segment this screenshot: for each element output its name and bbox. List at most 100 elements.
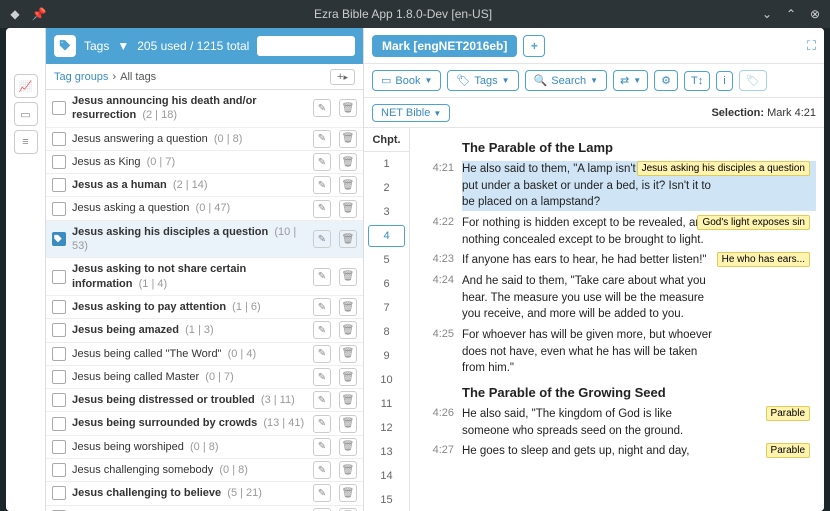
tag-checkbox[interactable] [52,417,66,431]
chapter-number[interactable]: 5 [364,248,409,272]
edit-tag-button[interactable]: ✎ [313,415,331,433]
sidebar-icon-2[interactable]: ▭ [14,102,38,126]
minimize-icon[interactable]: ⌄ [760,7,774,21]
verse-row[interactable]: 4:26He also said, "The kingdom of God is… [414,404,816,441]
verse-text[interactable]: He also said, "The kingdom of God is lik… [462,406,816,439]
tag-row[interactable]: Jesus answering a question (0 | 8)✎🗑 [46,128,363,151]
chapter-number[interactable]: 10 [364,368,409,392]
chapter-number[interactable]: 14 [364,464,409,488]
tag-checkbox[interactable] [52,347,66,361]
tag-row[interactable]: Jesus as King (0 | 7)✎🗑 [46,151,363,174]
verse-text[interactable]: For whoever has will be given more, but … [462,327,816,377]
close-icon[interactable]: ⊗ [808,7,822,21]
info-button[interactable]: i [716,71,732,91]
delete-tag-button[interactable]: 🗑 [339,461,357,479]
edit-tag-button[interactable]: ✎ [313,345,331,363]
tag-checkbox[interactable] [52,101,66,115]
tag-row[interactable]: Jesus being worshiped (0 | 8)✎🗑 [46,436,363,459]
tag-row[interactable]: Jesus announcing his death and/or resurr… [46,90,363,128]
edit-tag-button[interactable]: ✎ [313,321,331,339]
font-button[interactable]: T↕ [684,71,710,91]
tag-row[interactable]: Jesus asking a question (0 | 47)✎🗑 [46,197,363,220]
delete-tag-button[interactable]: 🗑 [339,391,357,409]
delete-tag-button[interactable]: 🗑 [339,99,357,117]
verse-tag[interactable]: Parable [766,406,810,421]
delete-tag-button[interactable]: 🗑 [339,130,357,148]
compare-button[interactable]: ⇄▼ [613,70,648,91]
delete-tag-button[interactable]: 🗑 [339,268,357,286]
verse-tag[interactable]: God's light exposes sin [697,215,810,230]
edit-tag-button[interactable]: ✎ [313,298,331,316]
verse-row[interactable]: 4:27He goes to sleep and gets up, night … [414,441,816,462]
tag-checkbox[interactable] [52,132,66,146]
tag-checkbox[interactable] [52,323,66,337]
tag-apply-button[interactable]: 🏷 [739,70,767,91]
verse-text[interactable]: He goes to sleep and gets up, night and … [462,443,816,460]
delete-tag-button[interactable]: 🗑 [339,321,357,339]
delete-tag-button[interactable]: 🗑 [339,230,357,248]
edit-tag-button[interactable]: ✎ [313,461,331,479]
tag-checkbox[interactable] [52,463,66,477]
verse-row[interactable]: 4:21He also said to them, "A lamp isn't … [414,159,816,213]
delete-tag-button[interactable]: 🗑 [339,368,357,386]
search-button[interactable]: 🔍Search▼ [525,70,607,91]
maximize-icon[interactable]: ⌃ [784,7,798,21]
delete-tag-button[interactable]: 🗑 [339,345,357,363]
edit-tag-button[interactable]: ✎ [313,200,331,218]
edit-tag-button[interactable]: ✎ [313,268,331,286]
tag-row[interactable]: Jesus being called Master (0 | 7)✎🗑 [46,366,363,389]
tag-row[interactable]: Jesus challenging to believe (5 | 21)✎🗑 [46,482,363,505]
tag-checkbox[interactable] [52,270,66,284]
edit-tag-button[interactable]: ✎ [313,153,331,171]
tag-checkbox[interactable] [52,393,66,407]
tag-row[interactable]: Jesus eating with sinners (2 | 14)✎🗑 [46,506,363,511]
chapter-number[interactable]: 7 [364,296,409,320]
filter-icon[interactable]: ▼ [117,39,129,53]
verse-tag[interactable]: He who has ears... [717,252,810,267]
chapter-number[interactable]: 12 [364,416,409,440]
chapter-number[interactable]: 6 [364,272,409,296]
chapter-number[interactable]: 11 [364,392,409,416]
breadcrumb-root[interactable]: Tag groups [54,71,108,83]
chapter-number[interactable]: 9 [364,344,409,368]
chapter-number[interactable]: 4 [368,225,405,247]
translation-selector[interactable]: NET Bible ▼ [372,104,450,122]
tag-row[interactable]: Jesus being amazed (1 | 3)✎🗑 [46,319,363,342]
tag-row[interactable]: Jesus challenging somebody (0 | 8)✎🗑 [46,459,363,482]
verse-tag[interactable]: Parable [766,443,810,458]
tag-checkbox[interactable] [52,178,66,192]
sidebar-icon-3[interactable]: ≡ [14,130,38,154]
tag-row[interactable]: Jesus asking to not share certain inform… [46,258,363,296]
verse-tag[interactable]: Jesus asking his disciples a question [637,161,810,176]
edit-tag-button[interactable]: ✎ [313,99,331,117]
add-tab-button[interactable]: + [523,35,545,57]
chapter-number[interactable]: 13 [364,440,409,464]
verse-area[interactable]: The Parable of the Lamp4:21He also said … [410,128,824,511]
delete-tag-button[interactable]: 🗑 [339,153,357,171]
add-tag-button[interactable]: +▸ [330,69,355,85]
tag-row[interactable]: Jesus being surrounded by crowds (13 | 4… [46,412,363,435]
tag-checkbox[interactable] [52,370,66,384]
settings-button[interactable]: ⚙ [654,70,678,91]
edit-tag-button[interactable]: ✎ [313,176,331,194]
tag-checkbox[interactable] [52,155,66,169]
chapter-number[interactable]: 2 [364,176,409,200]
tab-mark[interactable]: Mark [engNET2016eb] [372,35,517,57]
tag-row[interactable]: Jesus being called "The Word" (0 | 4)✎🗑 [46,343,363,366]
verse-row[interactable]: 4:23If anyone has ears to hear, he had b… [414,250,816,271]
chapter-number[interactable]: 1 [364,152,409,176]
sidebar-icon-1[interactable]: 📈 [14,74,38,98]
tag-checkbox[interactable] [52,202,66,216]
delete-tag-button[interactable]: 🗑 [339,176,357,194]
chapter-number[interactable]: 3 [364,200,409,224]
tag-checkbox[interactable] [52,300,66,314]
tag-checkbox[interactable] [52,232,66,246]
delete-tag-button[interactable]: 🗑 [339,415,357,433]
edit-tag-button[interactable]: ✎ [313,484,331,502]
verse-row[interactable]: 4:24And he said to them, "Take care abou… [414,271,816,325]
delete-tag-button[interactable]: 🗑 [339,200,357,218]
edit-tag-button[interactable]: ✎ [313,368,331,386]
book-button[interactable]: ▭Book▼ [372,70,441,91]
verse-row[interactable]: 4:25For whoever has will be given more, … [414,325,816,379]
verse-row[interactable]: 4:22For nothing is hidden except to be r… [414,213,816,250]
